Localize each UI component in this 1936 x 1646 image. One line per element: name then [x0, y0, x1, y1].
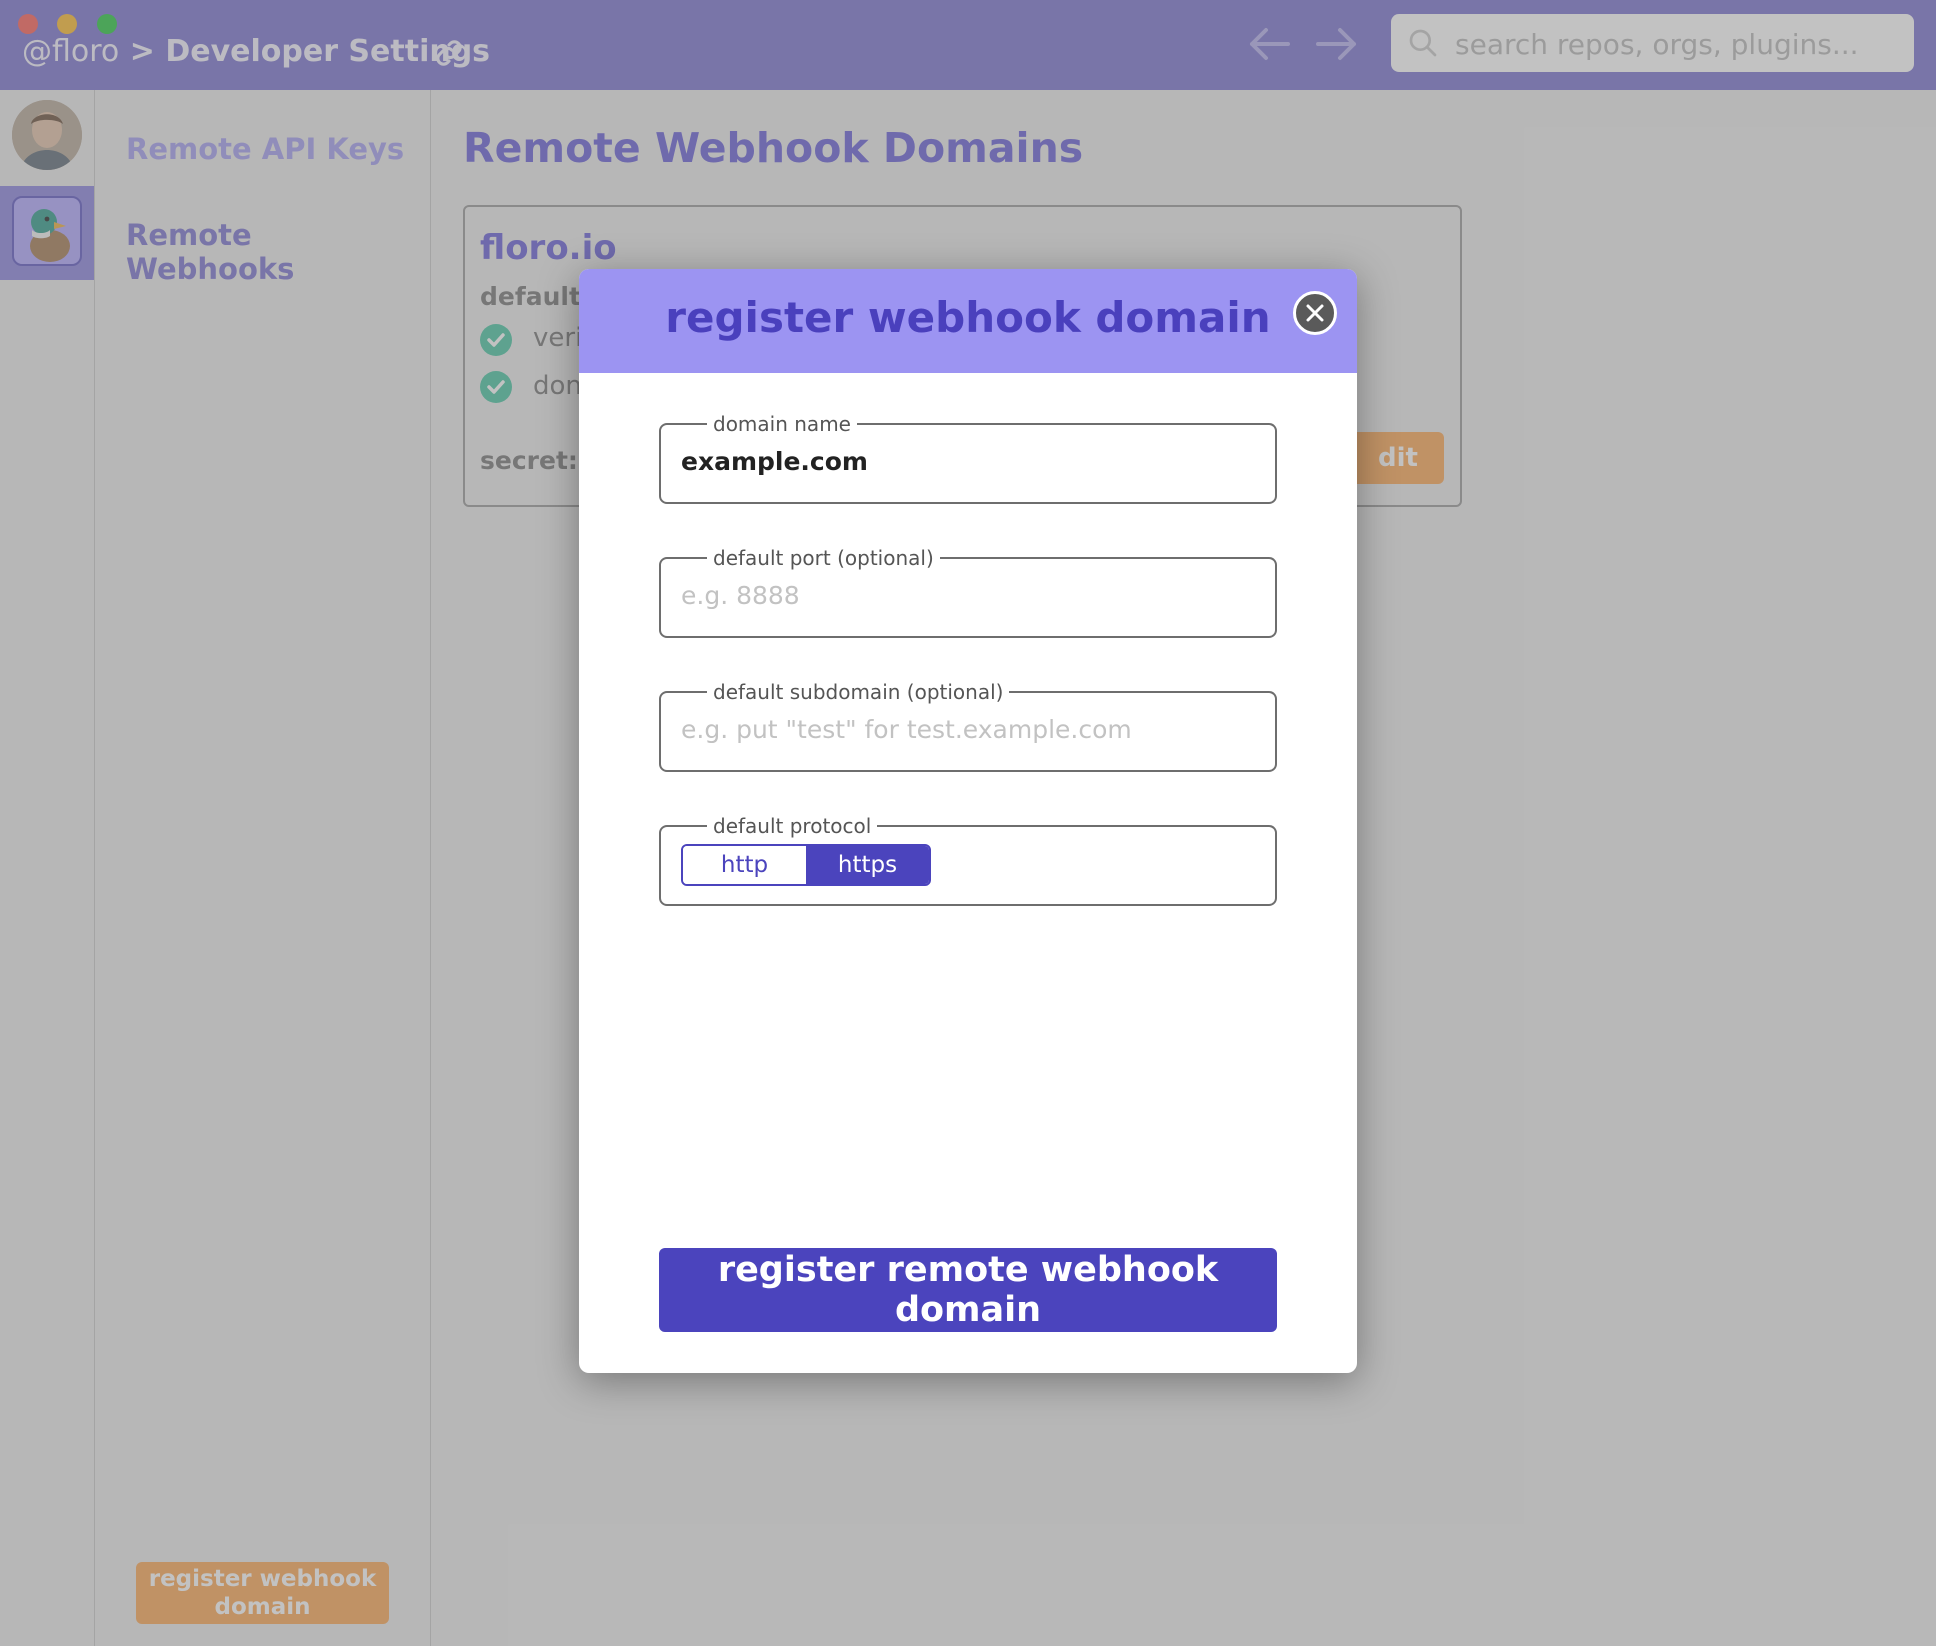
default-subdomain-input[interactable]: [681, 710, 1255, 748]
default-port-input[interactable]: [681, 576, 1255, 614]
default-port-field: default port (optional): [659, 546, 1277, 638]
default-port-label: default port (optional): [713, 546, 934, 570]
close-icon: [1306, 304, 1324, 322]
default-subdomain-field: default subdomain (optional): [659, 680, 1277, 772]
default-protocol-label: default protocol: [713, 814, 872, 838]
domain-name-label: domain name: [713, 412, 851, 436]
modal-header: register webhook domain: [579, 269, 1357, 373]
protocol-toggle: http https: [681, 844, 931, 886]
domain-name-field: domain name: [659, 412, 1277, 504]
domain-name-input[interactable]: [681, 442, 1255, 480]
register-remote-webhook-domain-button[interactable]: register remote webhook domain: [659, 1248, 1277, 1332]
default-subdomain-label: default subdomain (optional): [713, 680, 1004, 704]
default-protocol-field: default protocol http https: [659, 814, 1277, 906]
protocol-option-https[interactable]: https: [806, 846, 929, 884]
protocol-option-http[interactable]: http: [683, 846, 806, 884]
modal-title: register webhook domain: [665, 293, 1271, 342]
register-webhook-modal: register webhook domain domain name defa…: [579, 269, 1357, 1373]
close-button[interactable]: [1293, 291, 1337, 335]
